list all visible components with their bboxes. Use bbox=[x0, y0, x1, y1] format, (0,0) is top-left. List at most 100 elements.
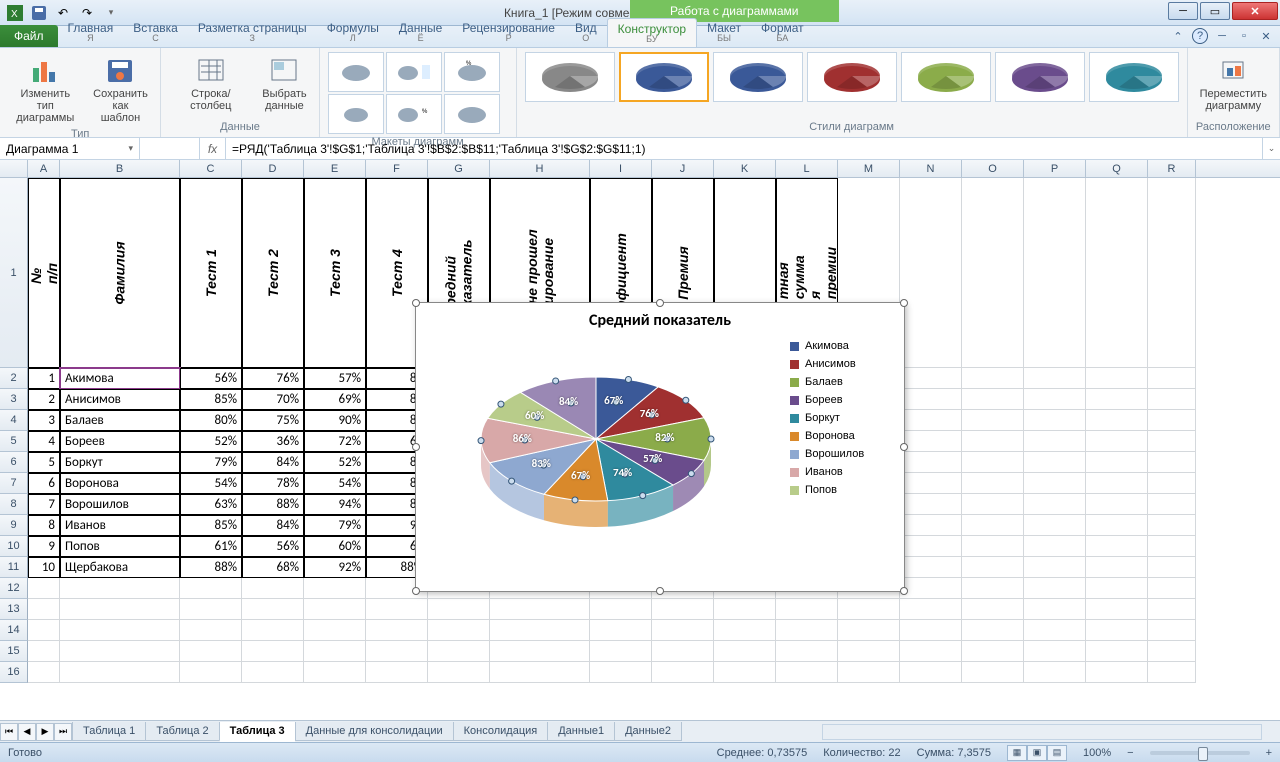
cell[interactable] bbox=[962, 641, 1024, 662]
column-header[interactable]: K bbox=[714, 160, 776, 177]
cell[interactable] bbox=[1024, 389, 1086, 410]
view-page-break-icon[interactable]: ▤ bbox=[1047, 745, 1067, 761]
cell[interactable]: 1 bbox=[28, 368, 60, 389]
ribbon-tab[interactable]: ГлавнаяЯ bbox=[58, 18, 124, 47]
cell[interactable]: 7 bbox=[28, 494, 60, 515]
cell[interactable] bbox=[1024, 557, 1086, 578]
ribbon-tab[interactable]: ФормулыЛ bbox=[317, 18, 389, 47]
cell[interactable] bbox=[962, 515, 1024, 536]
cell[interactable] bbox=[490, 599, 590, 620]
layout-item[interactable] bbox=[328, 52, 384, 92]
cell[interactable] bbox=[1024, 620, 1086, 641]
cell[interactable]: 8 bbox=[28, 515, 60, 536]
cell[interactable] bbox=[1024, 599, 1086, 620]
cell[interactable] bbox=[304, 641, 366, 662]
cell[interactable] bbox=[366, 662, 428, 683]
layout-item[interactable]: % bbox=[386, 94, 442, 134]
column-header[interactable]: J bbox=[652, 160, 714, 177]
cell[interactable] bbox=[1148, 389, 1196, 410]
header-cell[interactable]: Тест 1 bbox=[180, 178, 242, 368]
cell[interactable] bbox=[1024, 494, 1086, 515]
ribbon-tab[interactable]: ВидО bbox=[565, 18, 607, 47]
cell[interactable] bbox=[652, 662, 714, 683]
row-header[interactable]: 15 bbox=[0, 641, 28, 662]
cell[interactable] bbox=[366, 620, 428, 641]
sheet-nav-prev-icon[interactable]: ◀ bbox=[18, 723, 36, 741]
cell[interactable] bbox=[1148, 641, 1196, 662]
cell[interactable] bbox=[590, 662, 652, 683]
ribbon-tab[interactable]: Разметка страницыЗ bbox=[188, 18, 317, 47]
cell[interactable] bbox=[962, 431, 1024, 452]
cell[interactable] bbox=[900, 662, 962, 683]
column-header[interactable]: N bbox=[900, 160, 962, 177]
cell[interactable]: Ворошилов bbox=[60, 494, 180, 515]
cell[interactable] bbox=[1024, 641, 1086, 662]
cell[interactable] bbox=[1086, 620, 1148, 641]
cell[interactable] bbox=[714, 662, 776, 683]
ribbon-minimize-icon[interactable]: ⌃ bbox=[1170, 28, 1186, 44]
cell[interactable]: 63% bbox=[180, 494, 242, 515]
cell[interactable] bbox=[490, 662, 590, 683]
cell[interactable] bbox=[1024, 536, 1086, 557]
view-normal-icon[interactable]: ▦ bbox=[1007, 745, 1027, 761]
help-icon[interactable]: ? bbox=[1192, 28, 1208, 44]
column-header[interactable]: L bbox=[776, 160, 838, 177]
cell[interactable]: Балаев bbox=[60, 410, 180, 431]
header-cell[interactable] bbox=[1086, 178, 1148, 368]
ribbon-tab[interactable]: КонструкторБУ bbox=[607, 18, 697, 47]
cell[interactable] bbox=[900, 368, 962, 389]
fx-button[interactable]: fx bbox=[200, 138, 226, 159]
ribbon-tab[interactable]: РецензированиеР bbox=[452, 18, 565, 47]
cell[interactable]: 52% bbox=[304, 452, 366, 473]
legend-item[interactable]: Ворошилов bbox=[790, 448, 898, 460]
cell[interactable] bbox=[962, 557, 1024, 578]
cell[interactable] bbox=[962, 452, 1024, 473]
cell[interactable] bbox=[1086, 431, 1148, 452]
cell[interactable]: 60% bbox=[304, 536, 366, 557]
chart-style-gallery[interactable] bbox=[525, 52, 1179, 102]
pie-chart[interactable] bbox=[446, 354, 746, 534]
cell[interactable] bbox=[838, 641, 900, 662]
legend-item[interactable]: Бореев bbox=[790, 394, 898, 406]
cell[interactable] bbox=[590, 620, 652, 641]
cell[interactable] bbox=[1024, 473, 1086, 494]
column-header[interactable]: F bbox=[366, 160, 428, 177]
cell[interactable] bbox=[776, 641, 838, 662]
row-header[interactable]: 16 bbox=[0, 662, 28, 683]
cell[interactable] bbox=[1148, 578, 1196, 599]
cell[interactable] bbox=[962, 494, 1024, 515]
worksheet-grid[interactable]: ABCDEFGHIJKLMNOPQR 1№ п/пФамилияТест 1Те… bbox=[0, 160, 1280, 720]
cell[interactable] bbox=[304, 620, 366, 641]
style-item[interactable] bbox=[1089, 52, 1179, 102]
cell[interactable] bbox=[366, 599, 428, 620]
sheet-nav-last-icon[interactable]: ⏭ bbox=[54, 723, 72, 741]
cell[interactable]: 68% bbox=[242, 557, 304, 578]
cell[interactable]: 52% bbox=[180, 431, 242, 452]
cell[interactable]: Анисимов bbox=[60, 389, 180, 410]
style-item[interactable] bbox=[713, 52, 803, 102]
cell[interactable] bbox=[60, 599, 180, 620]
cell[interactable]: 10 bbox=[28, 557, 60, 578]
cell[interactable]: 9 bbox=[28, 536, 60, 557]
file-tab[interactable]: Файл bbox=[0, 25, 58, 47]
cell[interactable] bbox=[900, 536, 962, 557]
cell[interactable] bbox=[1024, 662, 1086, 683]
cell[interactable] bbox=[1086, 662, 1148, 683]
ribbon-tab[interactable]: ВставкаС bbox=[123, 18, 188, 47]
sheet-tab[interactable]: Консолидация bbox=[453, 722, 549, 741]
cell[interactable] bbox=[242, 599, 304, 620]
row-header[interactable]: 11 bbox=[0, 557, 28, 578]
cell[interactable] bbox=[1086, 494, 1148, 515]
cell[interactable]: 57% bbox=[304, 368, 366, 389]
cell[interactable]: 5 bbox=[28, 452, 60, 473]
legend-item[interactable]: Анисимов bbox=[790, 358, 898, 370]
cell[interactable]: 54% bbox=[180, 473, 242, 494]
cell[interactable] bbox=[900, 578, 962, 599]
sheet-nav-next-icon[interactable]: ▶ bbox=[36, 723, 54, 741]
column-header[interactable]: G bbox=[428, 160, 490, 177]
cell[interactable] bbox=[838, 662, 900, 683]
cell[interactable] bbox=[714, 599, 776, 620]
cell[interactable]: 84% bbox=[242, 452, 304, 473]
cell[interactable] bbox=[900, 452, 962, 473]
cell[interactable] bbox=[1086, 515, 1148, 536]
